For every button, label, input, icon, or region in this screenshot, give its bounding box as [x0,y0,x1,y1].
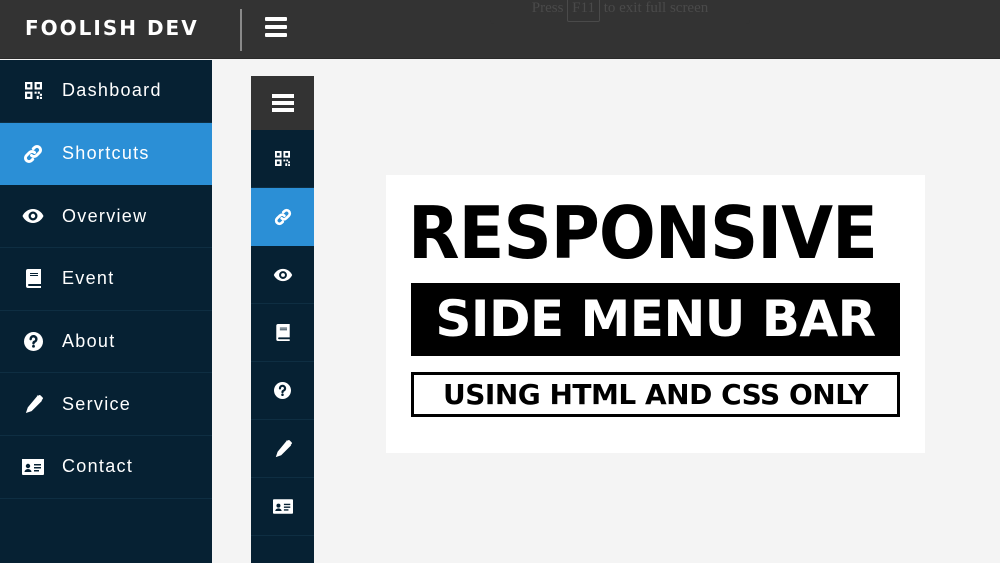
book-icon [22,268,44,290]
pencil-icon [275,439,292,457]
collapsed-item-overview[interactable] [251,246,314,304]
sidebar-item-shortcuts[interactable]: Shortcuts [0,122,212,186]
collapsed-item-about[interactable] [251,362,314,420]
hamburger-icon[interactable] [265,17,287,39]
hamburger-icon [271,91,294,116]
book-icon [275,324,290,341]
collapsed-item-shortcuts[interactable] [251,188,314,246]
fullscreen-hint-before: Press [531,0,564,16]
fullscreen-hint: Press F11 to exit full screen [490,0,750,24]
collapsed-item-dashboard[interactable] [251,130,314,188]
banner-subtitle: SIDE MENU BAR [411,283,900,356]
header-divider [240,9,242,51]
link-icon [22,143,44,165]
id-card-icon [272,499,293,514]
fullscreen-hint-after: to exit full screen [603,0,709,16]
qrcode-icon [22,80,44,102]
id-card-icon [22,456,44,478]
pencil-icon [22,393,44,415]
sidebar-item-contact[interactable]: Contact [0,436,212,499]
sidebar-item-dashboard[interactable]: Dashboard [0,60,212,123]
qrcode-icon [275,151,290,166]
sidebar-item-label: Contact [62,456,134,477]
fullscreen-hint-key: F11 [567,0,600,22]
sidebar: Dashboard Shortcuts Overview Event About… [0,60,212,563]
question-circle-icon [22,331,44,353]
banner-caption: USING HTML AND CSS ONLY [411,372,900,417]
collapsed-item-event[interactable] [251,304,314,362]
brand-logo: FOOLISH DEV [25,16,199,40]
sidebar-item-label: Service [62,393,132,414]
collapsed-menu-toggle[interactable] [251,76,314,130]
sidebar-item-label: Overview [62,205,148,226]
sidebar-item-about[interactable]: About [0,311,212,374]
eye-icon [22,205,44,227]
sidebar-item-label: Event [62,268,115,289]
collapsed-item-contact[interactable] [251,478,314,536]
sidebar-item-service[interactable]: Service [0,373,212,437]
sidebar-item-label: Shortcuts [62,143,150,164]
sidebar-item-label: Dashboard [62,80,162,101]
question-circle-icon [274,382,291,399]
sidebar-item-label: About [62,331,116,352]
banner-title: RESPONSIVE [408,191,878,275]
sidebar-item-overview[interactable]: Overview [0,185,212,249]
top-bar: FOOLISH DEV Press F11 to exit full scree… [0,0,1000,59]
collapsed-sidebar [251,76,314,563]
sidebar-item-event[interactable]: Event [0,248,212,311]
eye-icon [273,268,292,281]
link-icon [274,208,291,225]
collapsed-item-service[interactable] [251,420,314,478]
title-banner: RESPONSIVE SIDE MENU BAR USING HTML AND … [386,175,925,453]
